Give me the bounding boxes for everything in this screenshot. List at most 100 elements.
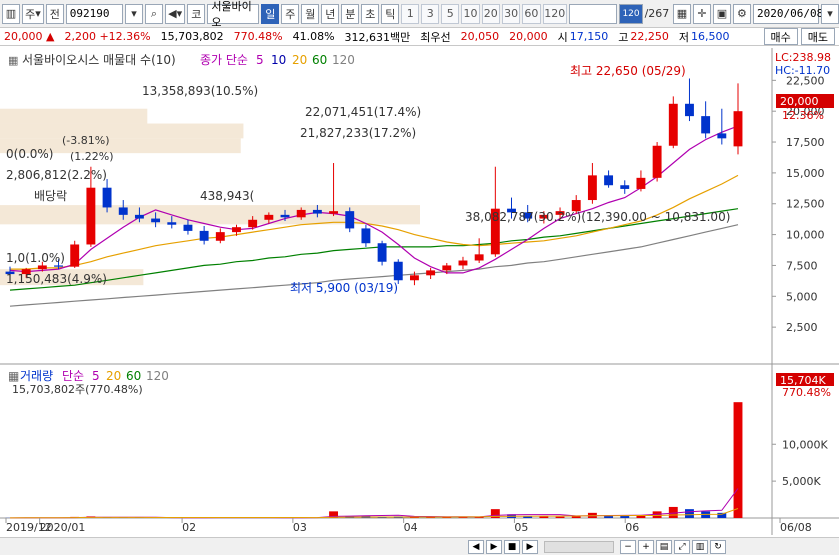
volume-legend-ma120: 120 xyxy=(146,369,169,383)
period-tick[interactable]: 틱 xyxy=(381,3,400,24)
grid-icon[interactable]: ▦ xyxy=(672,3,691,24)
market-button[interactable]: 코 xyxy=(187,3,206,24)
tick-10[interactable]: 10 xyxy=(461,3,480,24)
candle-body xyxy=(361,228,371,244)
settings-icon[interactable]: ⚙ xyxy=(732,3,751,24)
refresh-icon[interactable]: ↻ xyxy=(710,539,726,554)
volume-legend-icon[interactable]: ▦ xyxy=(8,369,19,383)
candle-body xyxy=(377,243,387,262)
period-month[interactable]: 월 xyxy=(301,3,320,24)
mode-select[interactable]: 주 ▾ xyxy=(22,3,44,24)
amount-value: 312,631백만 xyxy=(344,30,411,44)
next-icon[interactable]: ▶ xyxy=(522,539,538,554)
candle-body xyxy=(668,103,678,146)
vp-label-1: 13,358,893(10.5%) xyxy=(142,84,258,98)
low-label: 저 xyxy=(678,30,690,44)
legend-ma10: 10 xyxy=(271,53,286,67)
count-input[interactable]: 120 xyxy=(619,3,643,24)
status-bar: ◀ ▶ ■ ▶ − + ▤ ⤢ ▥ ↻ xyxy=(0,537,839,555)
vp-label-11: 1,0(1.0%) xyxy=(6,251,65,265)
volume-profile-band xyxy=(0,123,244,139)
tick-custom-input[interactable] xyxy=(569,3,618,24)
code-input[interactable]: 092190 xyxy=(65,3,124,24)
zoom-in-icon[interactable]: + xyxy=(638,539,654,554)
stop-icon[interactable]: ■ xyxy=(504,539,520,554)
candle-body xyxy=(604,175,614,186)
search-icon[interactable]: ⌕ xyxy=(145,3,164,24)
volume-bar xyxy=(555,516,565,518)
candle-body xyxy=(296,209,306,218)
chart-icon[interactable]: ▦ xyxy=(8,54,18,67)
tick-30[interactable]: 30 xyxy=(501,3,521,24)
sound-icon[interactable]: ◀▾ xyxy=(165,3,186,24)
volume-bar xyxy=(620,515,630,518)
vp-label-2: 22,071,451(17.4%) xyxy=(305,105,421,119)
x-tick-label: 05 xyxy=(514,521,528,534)
y-tick-label: 10,000 xyxy=(786,229,825,242)
sell-button[interactable]: 매도 xyxy=(800,28,835,45)
x-tick-label: 02 xyxy=(182,521,196,534)
vol-tick-label: 5,000K xyxy=(782,475,821,488)
price-chart[interactable]: 22,50020,00017,50015,00012,50010,0007,50… xyxy=(0,48,839,535)
candle-body xyxy=(474,254,484,261)
period-day[interactable]: 일 xyxy=(261,3,280,24)
best-ask-label: 최우선 xyxy=(420,30,451,44)
candle-body xyxy=(636,177,646,189)
tick-3[interactable]: 3 xyxy=(421,3,440,24)
prev-button[interactable]: 전 xyxy=(45,3,64,24)
first-icon[interactable]: ◀ xyxy=(468,539,484,554)
legend-ma20: 20 xyxy=(292,53,307,67)
lc-label: LC:238.98 xyxy=(775,51,831,64)
x-tick-label: 04 xyxy=(404,521,418,534)
candle-body xyxy=(587,175,597,201)
tick-60[interactable]: 60 xyxy=(522,3,541,24)
buy-button[interactable]: 매수 xyxy=(763,28,798,45)
volume-legend-ma: 단순 xyxy=(62,369,84,383)
tick-120[interactable]: 120 xyxy=(542,3,568,24)
candle-body xyxy=(248,219,258,228)
scrollbar[interactable] xyxy=(544,540,614,553)
period-minute[interactable]: 분 xyxy=(341,3,360,24)
candle-body xyxy=(86,187,96,245)
candle-body xyxy=(393,261,403,281)
date-input[interactable]: 2020/06/08 xyxy=(752,3,823,24)
tick-20[interactable]: 20 xyxy=(481,3,500,24)
high-label: 고 xyxy=(618,30,629,44)
pct-label-1: (-3.81%) xyxy=(62,134,110,147)
period-week[interactable]: 주 xyxy=(281,3,300,24)
candle-body xyxy=(312,209,322,214)
period-year[interactable]: 년 xyxy=(321,3,340,24)
volume-bar xyxy=(685,509,694,518)
open-value: 17,150 xyxy=(569,30,609,43)
total-count: /267 xyxy=(644,7,670,20)
tick-5[interactable]: 5 xyxy=(441,3,460,24)
dropdown-icon[interactable]: ▾ xyxy=(125,3,144,24)
fit-icon[interactable]: ⤢ xyxy=(674,539,690,554)
candle-body xyxy=(458,260,468,266)
legend-ma-label: 종가 단순 xyxy=(200,53,248,67)
quote-bar: 20,000 ▲ 2,200 +12.36% 15,703,802 770.48… xyxy=(0,28,839,46)
candle-body xyxy=(37,265,47,270)
crosshair-icon[interactable]: ✛ xyxy=(692,3,711,24)
volume-profile-band xyxy=(0,205,420,225)
chart-type-icon[interactable]: ▤ xyxy=(656,539,672,554)
vp-label-10: 438,943( xyxy=(200,189,254,203)
candle-body xyxy=(199,230,209,241)
period-second[interactable]: 초 xyxy=(361,3,380,24)
play-icon[interactable]: ▶ xyxy=(486,539,502,554)
layout-icon[interactable]: ▥ xyxy=(2,3,20,24)
candle-body xyxy=(717,133,727,139)
calendar-icon[interactable]: ▾ xyxy=(820,3,839,24)
hc-label: HC:-11.70 xyxy=(775,64,830,77)
save-icon[interactable]: ▣ xyxy=(712,3,731,24)
best-ask-value: 20,050 xyxy=(460,30,500,43)
chart-area[interactable]: 22,500 20,000 17,500 15,000 12,500 10,000 7,50… xyxy=(0,48,839,535)
tick-1[interactable]: 1 xyxy=(401,3,420,24)
print-icon[interactable]: ▥ xyxy=(692,539,708,554)
volume-value: 15,703,802 xyxy=(160,30,224,43)
candle-body xyxy=(685,103,694,117)
volume-pct-tag: 770.48% xyxy=(782,386,831,399)
zoom-out-icon[interactable]: − xyxy=(620,539,636,554)
legend-ma120: 120 xyxy=(332,53,355,67)
y-tick-label: 5,000 xyxy=(786,290,818,303)
